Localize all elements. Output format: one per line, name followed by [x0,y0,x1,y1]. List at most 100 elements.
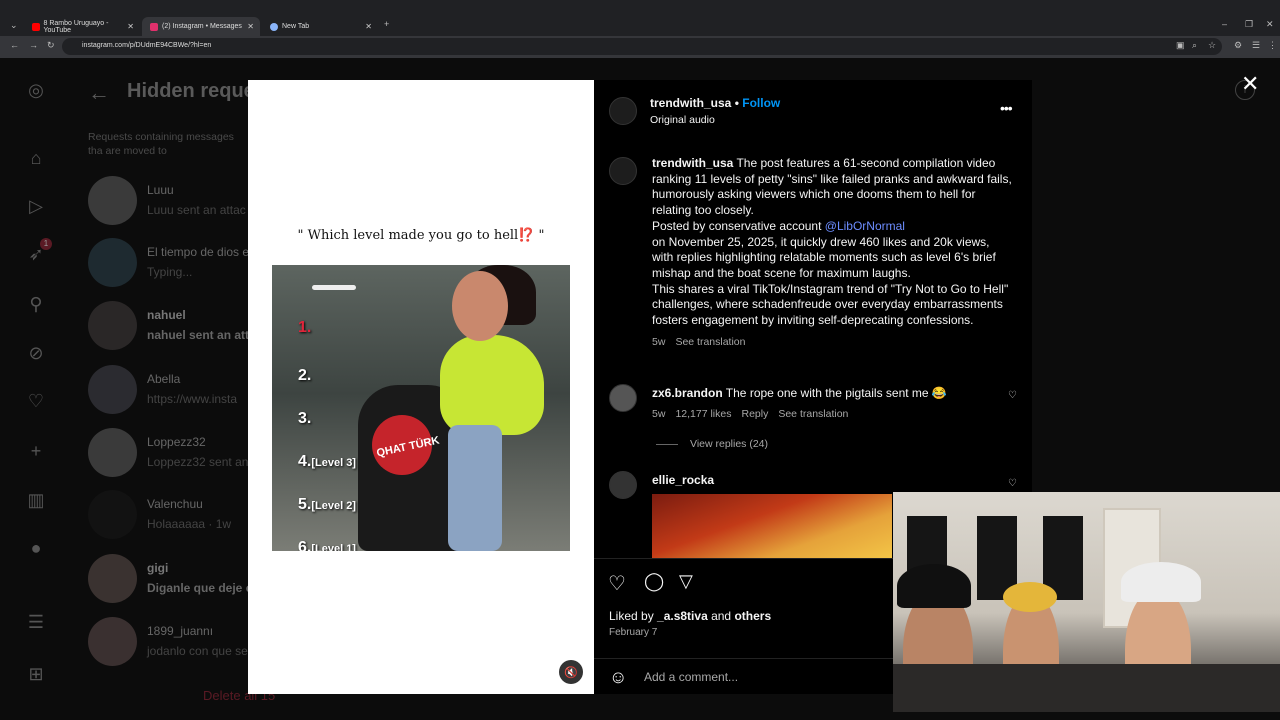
install-icon[interactable]: ▣ [1176,40,1185,51]
dm-preview: nahuel sent an att [147,328,250,342]
caption-text: This shares a viral TikTok/Instagram tre… [652,281,1009,328]
comment-text: The rope one with the pigtails sent me 😂 [722,386,947,400]
reels-icon[interactable]: ▷ [20,190,52,222]
profile-icon[interactable]: ☰ [1252,40,1260,51]
like-heart-icon[interactable]: ♡ [608,571,626,596]
avatar[interactable] [609,157,637,185]
list-item[interactable]: Abella https://www.insta [88,365,248,415]
follow-button[interactable]: Follow [742,96,780,110]
back-icon[interactable]: ← [10,40,19,50]
reload-icon[interactable]: ↻ [47,40,55,51]
level-label: 6.[Level 1] [298,539,356,551]
close-icon[interactable]: ✕ [247,22,254,31]
dm-name: 1899_juannı [147,624,214,638]
dm-name: Loppezz32 [147,435,206,449]
level-text: [Level 1] [311,543,356,551]
original-audio-link[interactable]: Original audio [650,114,715,126]
level-number: 5. [298,496,312,513]
avatar[interactable] [609,471,637,499]
avatar [88,428,137,477]
dm-preview: Holaaaaaa · 1w [147,517,232,531]
menu-icon[interactable]: ⋮ [1268,40,1277,51]
notifications-heart-icon[interactable]: ♡ [20,385,52,417]
post-video-panel[interactable]: " Which level made you go to hell⁉️ " QH… [248,80,594,694]
comment-username[interactable]: zx6.brandon [652,386,723,400]
list-item[interactable]: nahuel nahuel sent an att [88,301,250,351]
back-arrow-icon[interactable]: ← [88,80,110,106]
see-translation-link[interactable]: See translation [778,408,848,420]
mention-link[interactable]: @LibOrNormal [825,219,905,233]
dashboard-icon[interactable]: ▥ [20,484,52,516]
comment-likes[interactable]: 12,177 likes [675,408,731,420]
close-icon[interactable]: ✕ [1241,71,1259,97]
address-bar[interactable]: instagram.com/p/DUdmE94CBWe/?hl=en [62,38,1222,55]
forward-icon[interactable]: → [29,40,38,50]
more-menu-icon[interactable]: ☰ [20,606,52,638]
share-icon[interactable]: ▽ [679,571,693,592]
like-comment-heart-icon[interactable]: ♡ [1008,478,1017,489]
liked-by-user[interactable]: _a.s8tiva [657,609,708,623]
comment-username[interactable]: ellie_rocka [652,473,714,487]
minimize-icon[interactable]: – [1222,19,1227,29]
caption-username[interactable]: trendwith_usa [652,156,733,170]
list-item[interactable]: Loppezz32 Loppezz32 sent an [88,428,248,478]
post-caption: trendwith_usa The post features a 61-sec… [652,156,1012,350]
username-link[interactable]: trendwith_usa [650,96,731,110]
tab-instagram[interactable]: (2) Instagram • Messages ✕ [142,17,260,36]
mute-button[interactable]: 🔇 [559,660,583,684]
tab-new-tab[interactable]: New Tab ✕ [262,17,378,36]
person-body [440,335,544,435]
more-options-icon[interactable]: ••• [1000,100,1013,116]
level-label: 1. [298,319,311,337]
instagram-logo-icon[interactable]: ◎ [20,74,52,106]
level-number: 6. [298,539,312,551]
emoji-icon[interactable]: ☺ [609,667,627,688]
post-author: trendwith_usa • Follow [650,96,780,110]
avatar [88,176,137,225]
comment-icon[interactable]: ◯ [644,571,664,592]
level-label: 5.[Level 2] [298,496,356,514]
also-from-meta-icon[interactable]: ⊞ [20,658,52,690]
tab-youtube[interactable]: 8 Rambo Uruguayo - YouTube ✕ [24,17,140,36]
close-window-icon[interactable]: ✕ [1266,19,1274,30]
sofa [893,664,1280,712]
list-item[interactable]: 1899_juannı jodanlo con que se [88,617,248,667]
avatar[interactable] [609,97,637,125]
ceiling-light [312,285,356,290]
comment: ellie_rocka [652,473,1012,487]
liked-by-others[interactable]: others [734,609,771,623]
bookmark-star-icon[interactable]: ☆ [1208,40,1216,51]
comment-input[interactable]: Add a comment... [644,670,738,684]
messages-icon[interactable]: ➶ 1 [20,238,52,270]
new-tab-button[interactable]: + [384,19,389,29]
view-replies-link[interactable]: View replies (24) [656,438,768,450]
avatar[interactable] [609,384,637,412]
maximize-icon[interactable]: ❐ [1245,19,1253,30]
zoom-icon[interactable]: ⌕ [1192,40,1197,51]
dm-name: Luuu [147,183,174,197]
level-text: [Level 2] [311,500,356,512]
dm-name: El tiempo de dios e [147,245,250,259]
home-icon[interactable]: ⌂ [20,142,52,174]
video-frame[interactable]: QHAT TÜRK 1. 2. 3. 4.[Level 3] 5.[Level … [272,265,570,551]
close-icon[interactable]: ✕ [365,22,372,31]
tab-title: 8 Rambo Uruguayo - YouTube [43,19,109,34]
close-icon[interactable]: ✕ [127,22,134,31]
hair [1003,582,1057,612]
explore-icon[interactable]: ⊘ [20,337,52,369]
level-number: 3. [298,410,312,427]
list-item[interactable]: El tiempo de dios e Typing... [88,238,250,288]
profile-avatar-icon[interactable]: ● [20,532,52,564]
like-comment-heart-icon[interactable]: ♡ [1008,390,1017,401]
list-item[interactable]: Luuu Luuu sent an attac [88,176,248,226]
search-icon[interactable]: ⚲ [20,288,52,320]
reply-link[interactable]: Reply [741,408,768,420]
see-translation-link[interactable]: See translation [675,336,745,348]
tab-search-icon[interactable]: ⌄ [10,20,18,31]
level-number: 4. [298,453,312,470]
list-item[interactable]: gigi Diganle que deje c [88,554,252,604]
create-icon[interactable]: + [20,435,52,467]
list-item[interactable]: Valenchuu Holaaaaaa · 1w [88,490,248,540]
extensions-icon[interactable]: ⚙ [1234,40,1242,51]
webcam-overlay [893,492,1280,712]
